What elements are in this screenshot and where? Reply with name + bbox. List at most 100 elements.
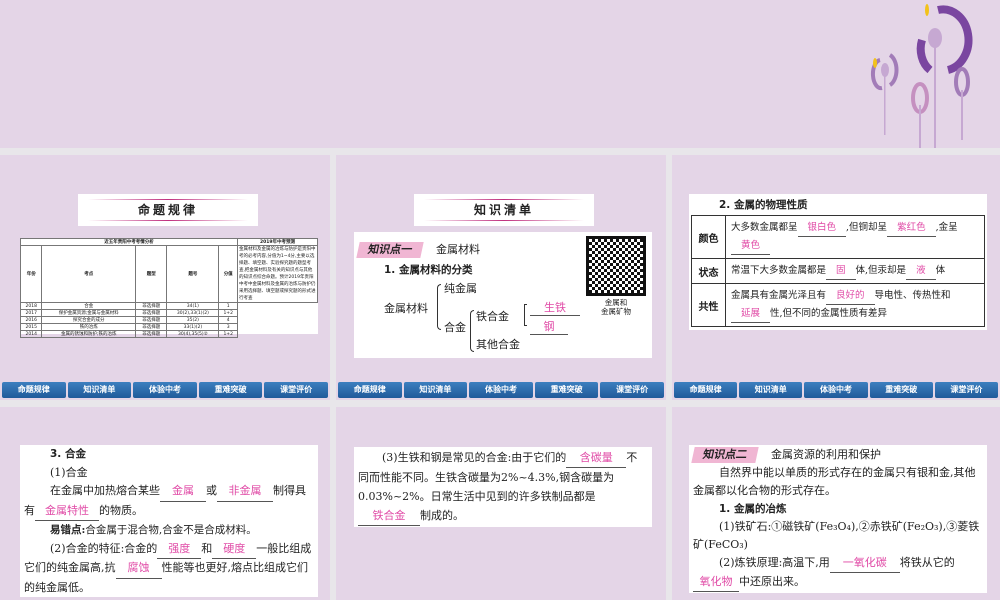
knowledge-tag: 知识点一: [356, 242, 424, 258]
table-row: 2018 合金 非选择题 34(1) 1: [19, 302, 318, 310]
steel-panel: (3)生铁和钢是常见的合金:由于它们的 含碳量 不同而性能不同。生铁含碳量为2%~4…: [354, 447, 652, 527]
paragraph: (2)合金的特征:合金的 强度和硬度 一般比组成它们的纯金属高,抗 腐蚀 性能等也更好,…: [24, 541, 312, 594]
table-cell: 35(2): [166, 316, 220, 324]
slide-thumbnail-2[interactable]: 知识清单 知识点一 金属材料 1. 金属材料的分类 金属材料 纯金属 合金 铁合金…: [336, 155, 666, 400]
slide-thumbnail-1[interactable]: 命题规律 近五年贵阳中考考情分析 2019年中考预测 年份 考点 题型 题号 分值 金属材料…: [0, 155, 330, 400]
section-banner: 命题规律: [78, 194, 258, 226]
heading: 1. 金属的冶炼: [719, 503, 787, 515]
slide-thumbnail-4[interactable]: 3. 合金 (1)合金 在金属中加热熔合某些 金属或非金属 制得具有 金属特性 的物质。…: [0, 407, 330, 600]
table-cell: 1+2: [218, 309, 238, 317]
nav-button-0[interactable]: 命题规律: [674, 382, 738, 398]
property-row: 共性 金属具有金属光泽且有 良好的 导电性、传热性和延展 性,但不同的金属性质有差异: [691, 283, 985, 327]
table-row: 2016 探究合金的成分 非选择题 35(2) 4: [19, 316, 318, 324]
knowledge-title: 金属资源的利用和保护: [771, 448, 881, 461]
knowledge-tag: 知识点二: [691, 447, 759, 463]
slide-thumbnail-3[interactable]: 2. 金属的物理性质 颜色 大多数金属都呈 银白色 ,但铜却呈 紫红色 ,金呈黄色 状态 常温…: [672, 155, 1000, 400]
property-text: 金属具有金属光泽且有 良好的 导电性、传热性和延展 性,但不同的金属性质有差异: [725, 283, 985, 327]
heading: 3. 合金: [50, 448, 86, 460]
table-cell: 保护金属资源;金属与金属材料: [41, 309, 137, 317]
nav-button-4[interactable]: 课堂评价: [934, 382, 999, 398]
table-cell: 2018: [19, 302, 43, 310]
table-cell: 4: [218, 316, 238, 324]
nav-button-2[interactable]: 体验中考: [133, 382, 197, 398]
property-label: 共性: [691, 283, 726, 327]
table-row: 2015 铁的冶炼 非选择题 33(1)(2) 3: [19, 323, 318, 331]
slide-thumbnail-5[interactable]: (3)生铁和钢是常见的合金:由于它们的 含碳量 不同而性能不同。生铁含碳量为2%~4…: [336, 407, 666, 600]
property-text: 大多数金属都呈 银白色 ,但铜却呈 紫红色 ,金呈黄色: [725, 215, 985, 259]
nav-button-3[interactable]: 重难突破: [198, 382, 263, 398]
table-cell: 1+2: [218, 330, 238, 338]
previous-slide-thumbnail[interactable]: [0, 0, 1000, 148]
answer-steel: 钢: [530, 318, 568, 335]
column-header: 题型: [135, 245, 168, 303]
table-cell: 30(2),33(1)(2): [166, 309, 220, 317]
resources-panel: 知识点二 金属资源的利用和保护 自然界中能以单质的形式存在的金属只有银和金,其他金…: [689, 445, 987, 593]
paragraph: 在金属中加热熔合某些 金属或非金属 制得具有 金属特性 的物质。: [24, 482, 314, 521]
tree-root: 金属材料: [384, 302, 428, 315]
slide-nav-bar: 命题规律 知识清单 体验中考 重难突破 课堂评价: [336, 382, 666, 398]
slide-thumbnail-6[interactable]: 知识点二 金属资源的利用和保护 自然界中能以单质的形式存在的金属只有银和金,其他金…: [672, 407, 1000, 600]
table-cell: 30(4),35(5)②: [166, 330, 220, 338]
table-cell: 非选择题: [135, 316, 168, 324]
column-header: 年份: [19, 245, 43, 303]
table-cell: 2017: [19, 309, 43, 317]
heading: 1. 金属材料的分类: [384, 264, 473, 276]
table-cell: 2014: [19, 330, 43, 338]
nav-button-1[interactable]: 知识清单: [739, 382, 803, 398]
nav-button-1[interactable]: 知识清单: [403, 382, 468, 398]
table-cell: 合金: [41, 302, 137, 310]
table-cell: 3: [218, 323, 238, 331]
paragraph: 自然界中能以单质的形式存在的金属只有银和金,其他金属都以化合物的形式存在。: [693, 466, 976, 497]
qr-caption: 金属和 金属矿物: [601, 298, 631, 316]
section-banner: 知识清单: [414, 194, 594, 226]
column-header: 考点: [41, 245, 137, 303]
paragraph: (2)炼铁原理:高温下,用 一氧化碳 将铁从它的氧化物 中还原出来。: [693, 554, 983, 592]
table-row: 2017 保护金属资源;金属与金属材料 非选择题 30(2),33(1)(2) 1+2: [19, 309, 318, 317]
slide-nav-bar: 命题规律 知识清单 体验中考 重难突破 课堂评价: [672, 382, 1000, 398]
paragraph: (1)铁矿石:①磁铁矿(Fe₃O₄),②赤铁矿(Fe₂O₃),③菱铁矿(FeCO…: [693, 520, 980, 551]
slide-nav-bar: 命题规律 知识清单 体验中考 重难突破 课堂评价: [0, 382, 330, 398]
table-cell: 1: [218, 302, 238, 310]
flower-decoration-icon: [870, 4, 973, 148]
tree-iron-alloy: 铁合金: [476, 310, 509, 323]
error-note: 易错点:合金属于混合物,合金不是合成材料。: [50, 524, 257, 536]
table-cell: 金属的锈蚀和防护;铁的冶炼: [41, 330, 137, 338]
tree-alloy: 合金: [444, 321, 466, 334]
nav-button-0[interactable]: 命题规律: [338, 382, 402, 398]
nav-button-2[interactable]: 体验中考: [804, 382, 868, 398]
nav-button-3[interactable]: 重难突破: [869, 382, 933, 398]
table-cell: 非选择题: [135, 323, 168, 331]
tree-pure-metal: 纯金属: [444, 282, 477, 295]
nav-button-0[interactable]: 命题规律: [2, 382, 66, 398]
property-row: 状态 常温下大多数金属都是固体,但汞却是液体: [691, 258, 985, 284]
table-cell: 34(1): [166, 302, 220, 310]
nav-button-4[interactable]: 课堂评价: [600, 382, 664, 398]
answer-pig-iron: 生铁: [530, 299, 580, 316]
table-cell: 铁的冶炼: [41, 323, 137, 331]
property-row: 颜色 大多数金属都呈 银白色 ,但铜却呈 紫红色 ,金呈黄色: [691, 215, 985, 259]
nav-button-3[interactable]: 重难突破: [534, 382, 599, 398]
table-cell: 非选择题: [135, 309, 168, 317]
properties-panel: 2. 金属的物理性质 颜色 大多数金属都呈 银白色 ,但铜却呈 紫红色 ,金呈黄色 状态 常温…: [689, 194, 987, 330]
table-row: 2014 金属的锈蚀和防护;铁的冶炼 非选择题 30(4),35(5)② 1+2: [19, 330, 318, 338]
prediction-title: 2019年中考预测: [237, 238, 318, 246]
properties-table: 颜色 大多数金属都呈 银白色 ,但铜却呈 紫红色 ,金呈黄色 状态 常温下大多数金属都是固体,…: [691, 215, 985, 327]
knowledge-title: 金属材料: [436, 243, 480, 256]
exam-analysis-table: 近五年贵阳中考考情分析 2019年中考预测 年份 考点 题型 题号 分值 金属材料及金属的冶…: [19, 238, 318, 338]
column-header: 题号: [166, 245, 220, 303]
nav-button-1[interactable]: 知识清单: [67, 382, 132, 398]
tree-other-alloy: 其他合金: [476, 338, 520, 351]
property-label: 状态: [691, 258, 726, 284]
alloy-panel: 3. 合金 (1)合金 在金属中加热熔合某些 金属或非金属 制得具有 金属特性 的物质。…: [20, 445, 318, 597]
property-label: 颜色: [691, 215, 726, 259]
table-cell: 33(1)(2): [166, 323, 220, 331]
table-cell: 非选择题: [135, 330, 168, 338]
subheading: (1)合金: [50, 465, 88, 479]
property-text: 常温下大多数金属都是固体,但汞却是液体: [725, 258, 985, 284]
qr-code-icon[interactable]: [586, 236, 646, 296]
nav-button-4[interactable]: 课堂评价: [264, 382, 328, 398]
knowledge-panel: 知识点一 金属材料 1. 金属材料的分类 金属材料 纯金属 合金 铁合金 其他合金…: [354, 232, 652, 358]
nav-button-2[interactable]: 体验中考: [469, 382, 533, 398]
prediction-text: 金属材料及金属的冶炼与防护是贵阳中考的必考内容,分值为1~4分,主要以选择题、填…: [237, 245, 318, 303]
table-cell: 非选择题: [135, 302, 168, 310]
